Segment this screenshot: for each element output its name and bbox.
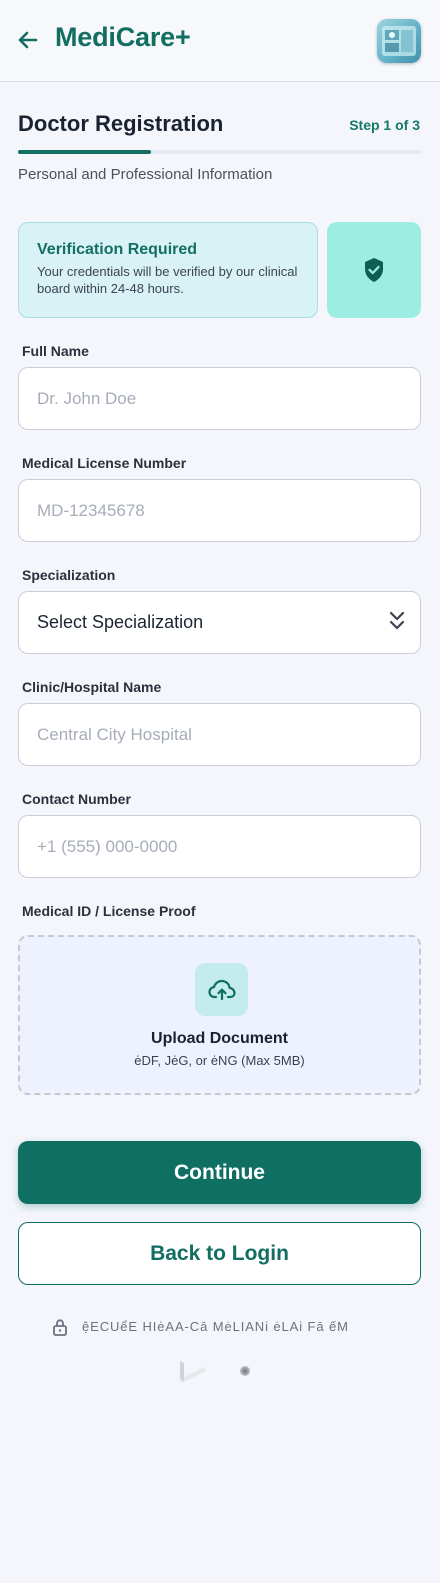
specialization-select[interactable]: Select Specialization [18,591,421,654]
upload-dropzone[interactable]: Upload Document ėDF, JėG, or ėNG (Max 5M… [18,935,421,1095]
license-number-input[interactable] [18,479,421,542]
progress-bar [18,150,421,154]
avatar[interactable] [377,19,421,63]
upload-subtitle: ėDF, JėG, or ėNG (Max 5MB) [134,1053,305,1068]
shield-check-icon [365,258,383,282]
verification-badge [327,222,421,318]
brand-title: MediCare+ [55,22,191,52]
full-name-label: Full Name [22,343,89,359]
verification-text: Your credentials will be verified by our… [37,264,298,296]
arrow-left-icon [18,31,38,49]
status-dot-icon [240,1366,250,1376]
continue-button[interactable]: Continue [18,1141,421,1204]
back-button[interactable] [14,26,42,54]
contact-label: Contact Number [22,791,131,807]
security-note: ệECUểE HIėAA-Cā MėLIANi ėLAi Fā ếM [0,1318,440,1338]
verification-title: Verification Required [37,241,198,258]
page-subtitle: Personal and Professional Information [18,166,273,183]
security-note-text: ệECUểE HIėAA-Cā MėLIANi ėLAi Fā ếM [82,1319,349,1334]
verification-notice: Verification Required Your credentials w… [18,222,318,318]
page-title: Doctor Registration [18,111,224,136]
contact-number-input[interactable] [18,815,421,878]
specialization-value: Select Specialization [37,612,204,632]
progress-fill [18,150,151,154]
upload-icon-tile [195,963,248,1016]
chevron-updown-icon [389,611,405,630]
upload-title: Upload Document [151,1030,288,1047]
compliance-badge-icon [178,1357,208,1383]
clinic-label: Clinic/Hospital Name [22,679,162,695]
clinic-avatar-image [382,26,416,56]
app-header: MediCare+ [0,0,440,82]
clinic-name-input[interactable] [18,703,421,766]
back-to-login-button[interactable]: Back to Login [18,1222,421,1285]
specialization-label: Specialization [22,567,116,583]
license-label: Medical License Number [22,455,187,471]
upload-label: Medical ID / License Proof [22,903,196,919]
full-name-input[interactable] [18,367,421,430]
step-indicator: Step 1 of 3 [349,117,420,133]
lock-icon [53,1319,67,1336]
cloud-upload-icon [207,979,236,1000]
